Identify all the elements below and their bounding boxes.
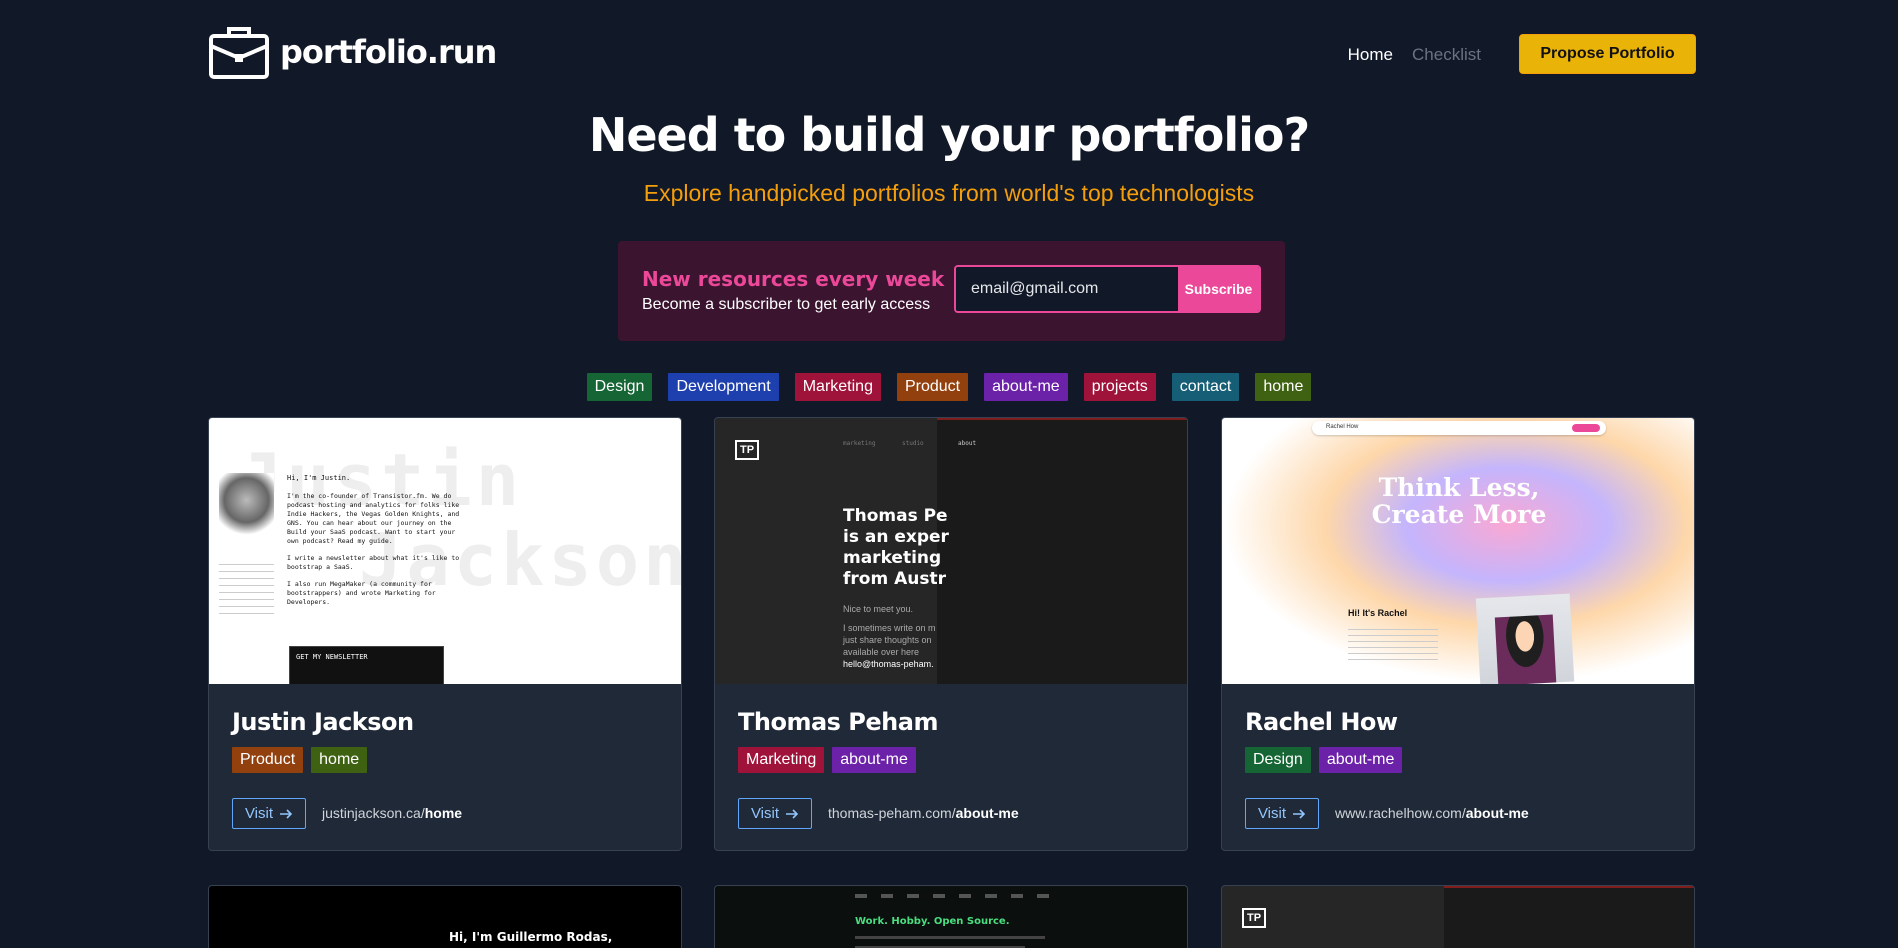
filter-tag-marketing[interactable]: Marketing [794, 373, 881, 401]
logo[interactable]: portfolio.run [208, 24, 497, 80]
subscribe-button[interactable]: Subscribe [1178, 267, 1259, 311]
filter-tag-product[interactable]: Product [896, 373, 969, 401]
portfolio-card: Rachel How Think Less, Create More Hi! I… [1221, 417, 1695, 851]
card-url[interactable]: justinjackson.ca/home [322, 805, 462, 821]
screenshot-nav: marketing [843, 440, 876, 447]
visit-button[interactable]: Visit [738, 798, 812, 829]
nav-checklist-link[interactable]: Checklist [1412, 45, 1481, 65]
portfolio-card-partial[interactable]: Hi, I'm Guillermo Rodas, [208, 885, 682, 948]
visit-button[interactable]: Visit [1245, 798, 1319, 829]
screenshot-text: Hi, I'm Justin. [287, 474, 351, 482]
screenshot-text: Hi! It's Rachel [1348, 608, 1408, 618]
visit-label: Visit [750, 805, 780, 822]
card-name: Thomas Peham [738, 708, 938, 736]
card-name: Justin Jackson [232, 708, 414, 736]
propose-portfolio-button[interactable]: Propose Portfolio [1519, 34, 1696, 74]
logo-text: portfolio.run [280, 33, 497, 71]
card-tag[interactable]: about-me [832, 747, 916, 773]
card-tag[interactable]: Marketing [738, 747, 825, 773]
screenshot-headline: Thomas Pe is an exper marketing from Aus… [843, 506, 949, 589]
portfolio-card: TP marketing studio about Thomas Pe is a… [714, 417, 1188, 851]
arrow-right-icon [280, 808, 293, 819]
newsletter-box: New resources every week Become a subscr… [618, 241, 1285, 341]
portfolio-card-partial[interactable]: Work. Hobby. Open Source. [714, 885, 1188, 948]
portfolio-card: Justin Jackson Hi, I'm Justin. I'm the c… [208, 417, 682, 851]
screenshot-nav: about [958, 440, 977, 447]
avatar [219, 473, 274, 541]
newsletter-form: Subscribe [954, 265, 1261, 313]
card-tags: Design about-me [1245, 747, 1403, 773]
card-tag[interactable]: home [311, 747, 368, 773]
screenshot-newsletter-box: GET MY NEWSLETTER [289, 646, 444, 684]
card-url[interactable]: thomas-peham.com/about-me [828, 805, 1019, 821]
card-url[interactable]: www.rachelhow.com/about-me [1335, 805, 1529, 821]
screenshot-logo: TP [1242, 908, 1266, 928]
screenshot-text: Work. Hobby. Open Source. [855, 916, 1010, 927]
screenshot-headline: Think Less, Create More [1371, 473, 1547, 529]
card-tags: Marketing about-me [738, 747, 916, 773]
page-title: Need to build your portfolio? [588, 108, 1310, 162]
screenshot-overlay [1444, 886, 1694, 948]
screenshot-text: I'm the co-founder of Transistor.fm. We … [287, 492, 460, 606]
card-tag[interactable]: Design [1245, 747, 1311, 773]
email-field[interactable] [956, 267, 1178, 311]
screenshot-text: Hi, I'm Guillermo Rodas, [449, 930, 613, 944]
filter-tag-contact[interactable]: contact [1171, 373, 1240, 401]
screenshot-text-line [855, 936, 1045, 939]
nav-home-link[interactable]: Home [1348, 45, 1393, 65]
filter-tag-design[interactable]: Design [586, 373, 653, 401]
screenshot-text: I sometimes write on m just share though… [843, 623, 936, 669]
card-tags: Product home [232, 747, 368, 773]
filter-tag-home[interactable]: home [1255, 373, 1312, 401]
filter-tag-development[interactable]: Development [668, 373, 779, 401]
filter-tag-projects[interactable]: projects [1083, 373, 1156, 401]
card-tag[interactable]: about-me [1318, 747, 1403, 773]
portfolio-screenshot[interactable]: Justin Jackson Hi, I'm Justin. I'm the c… [209, 418, 681, 684]
screenshot-nav: studio [902, 440, 924, 447]
card-name: Rachel How [1245, 708, 1398, 736]
screenshot-nav [855, 894, 1055, 898]
screenshot-logo: TP [735, 440, 759, 460]
visit-label: Visit [244, 805, 274, 822]
newsletter-title: New resources every week [642, 267, 945, 291]
arrow-right-icon [786, 808, 799, 819]
screenshot-text-lines [1348, 624, 1438, 664]
visit-label: Visit [1257, 805, 1287, 822]
filter-tag-about-me[interactable]: about-me [984, 373, 1068, 401]
newsletter-subtitle: Become a subscriber to get early access [642, 296, 931, 313]
screenshot-overlay [937, 418, 1187, 684]
filter-tags: Design Development Marketing Product abo… [0, 373, 1898, 401]
screenshot-sidebar [219, 558, 274, 618]
portfolio-screenshot[interactable]: Rachel How Think Less, Create More Hi! I… [1222, 418, 1694, 684]
briefcase-icon [208, 24, 270, 80]
screenshot-photo [1475, 593, 1575, 684]
portfolio-card-partial[interactable]: TP [1221, 885, 1695, 948]
arrow-right-icon [1293, 808, 1306, 819]
page-subtitle: Explore handpicked portfolios from world… [643, 180, 1255, 206]
portfolio-screenshot[interactable]: TP marketing studio about Thomas Pe is a… [715, 418, 1187, 684]
screenshot-navbar: Rachel How [1312, 421, 1606, 435]
visit-button[interactable]: Visit [232, 798, 306, 829]
card-tag[interactable]: Product [232, 747, 304, 773]
screenshot-text: Nice to meet you. [843, 604, 914, 614]
